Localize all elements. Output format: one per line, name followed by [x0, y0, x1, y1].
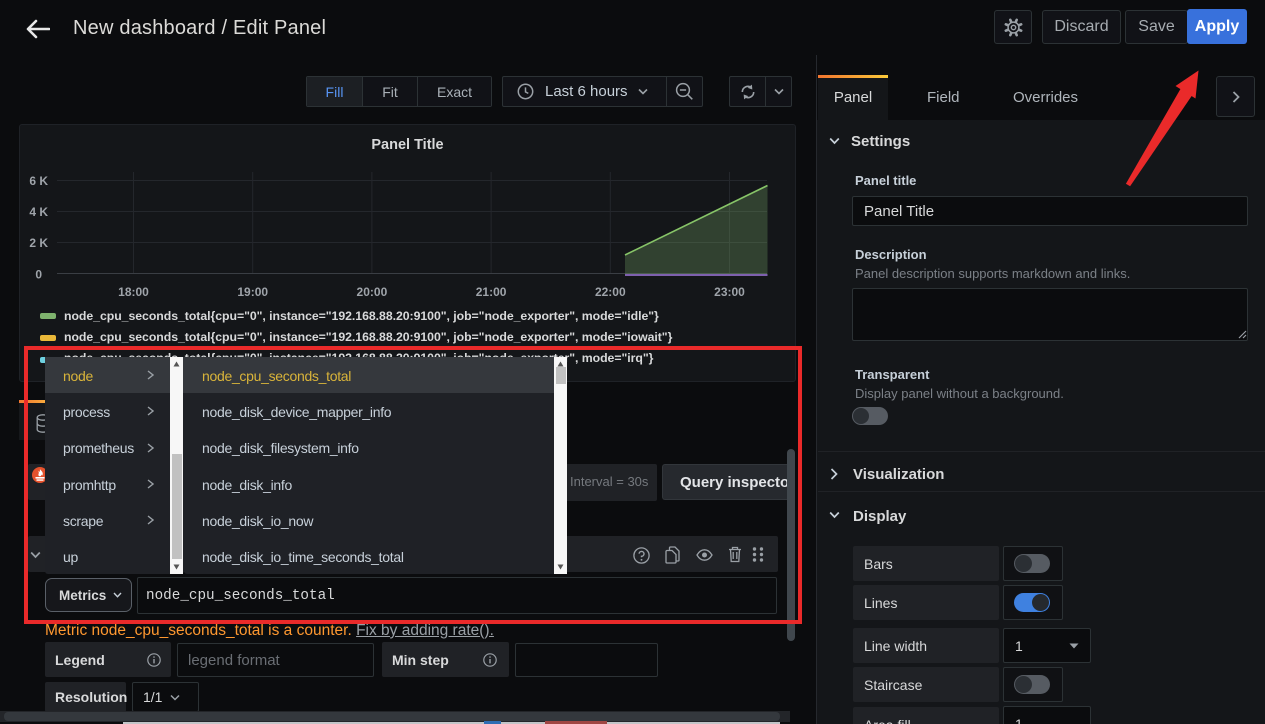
svg-text:22:00: 22:00 [595, 285, 626, 299]
svg-text:4 K: 4 K [29, 205, 48, 219]
svg-text:21:00: 21:00 [476, 285, 507, 299]
svg-text:19:00: 19:00 [237, 285, 268, 299]
svg-text:6 K: 6 K [29, 174, 48, 188]
svg-text:2 K: 2 K [29, 236, 48, 250]
svg-text:18:00: 18:00 [118, 285, 149, 299]
svg-text:0: 0 [35, 268, 42, 282]
svg-text:23:00: 23:00 [714, 285, 745, 299]
svg-text:20:00: 20:00 [357, 285, 388, 299]
